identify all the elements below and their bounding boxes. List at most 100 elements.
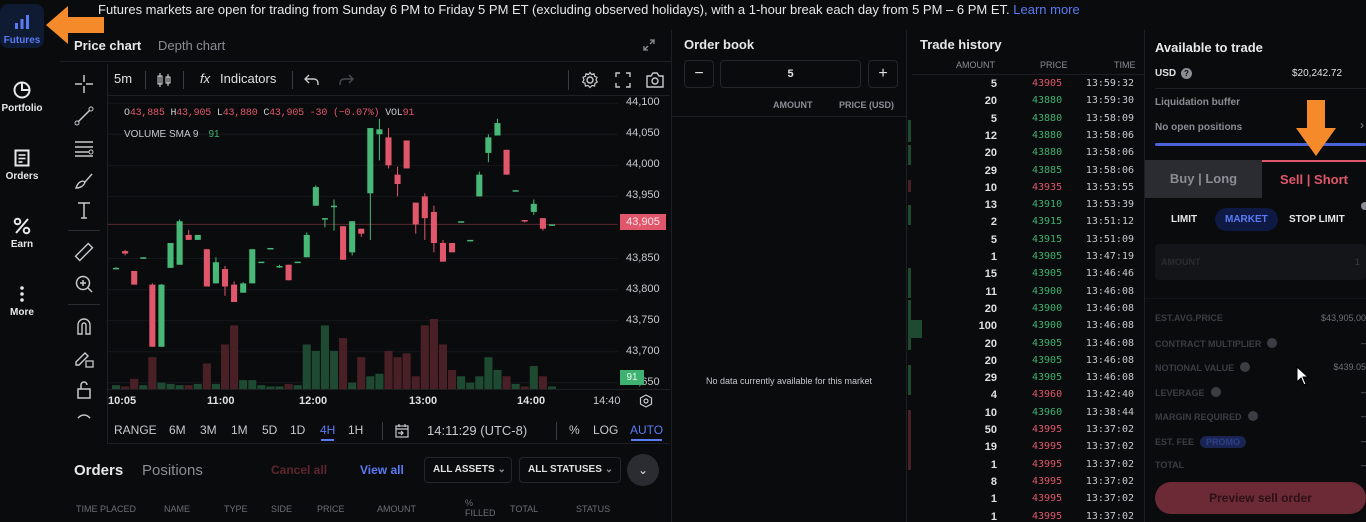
y-tick-label: 44,100 [626, 96, 660, 109]
fullscreen-icon[interactable] [615, 72, 631, 88]
order-type-stop-limit[interactable]: STOP LIMIT [1289, 214, 1345, 225]
brush-icon[interactable] [72, 168, 96, 192]
tab-price-chart[interactable]: Price chart [74, 38, 141, 53]
trade-time: 13:58:06 [1085, 164, 1134, 176]
range-1d[interactable]: 1D [290, 423, 305, 437]
nav-item-portfolio[interactable]: Portfolio [0, 80, 44, 114]
camera-icon[interactable] [645, 71, 665, 89]
status-filter-dropdown[interactable]: ALL STATUSES ⌄ [519, 457, 621, 483]
undo-icon[interactable] [304, 73, 320, 87]
info-icon[interactable] [1247, 411, 1258, 421]
hide-icon[interactable] [72, 408, 96, 432]
x-axis-line [108, 389, 670, 390]
y-tick-label: 43,850 [626, 251, 660, 264]
nav-item-earn[interactable]: Earn [0, 216, 44, 250]
volume-bar [248, 380, 257, 389]
trade-price: 43995 [1032, 493, 1063, 505]
order-type-limit[interactable]: LIMIT [1171, 214, 1197, 225]
depth-bar [908, 120, 911, 142]
magnet-icon[interactable] [72, 314, 96, 338]
toolbar-divider [68, 304, 100, 305]
range-4h[interactable]: 4H [320, 423, 335, 441]
nav-item-futures[interactable]: Futures [0, 4, 44, 48]
redo-icon[interactable] [338, 73, 354, 87]
candle [140, 257, 147, 259]
text-icon[interactable] [72, 198, 96, 222]
trade-row: 10 43935 13:53:55 [912, 182, 1142, 199]
info-icon[interactable] [1240, 362, 1251, 372]
amount-input[interactable]: AMOUNT 1 [1155, 244, 1366, 280]
ob-col-amount: AMOUNT [773, 100, 813, 110]
percent-scale-toggle[interactable]: % [569, 423, 580, 437]
interval-selector[interactable]: 5m [114, 71, 132, 86]
trend-line-icon[interactable] [72, 104, 96, 128]
info-icon[interactable] [1210, 386, 1221, 397]
candle-body [367, 128, 374, 194]
trade-time: 13:46:08 [1085, 302, 1134, 314]
trade-time: 13:59:32 [1085, 78, 1134, 89]
candle-body [285, 264, 292, 281]
trade-time: 13:37:02 [1085, 475, 1134, 487]
tab-orders[interactable]: Orders [74, 462, 123, 479]
log-scale-toggle[interactable]: LOG [593, 423, 618, 437]
order-type-market[interactable]: MARKET [1215, 208, 1278, 231]
indicators-button[interactable]: Indicators [220, 71, 276, 86]
tab-depth-chart[interactable]: Depth chart [158, 38, 225, 53]
candle-type-icon[interactable] [156, 72, 172, 88]
order-book-empty-message: No data currently available for this mar… [705, 376, 873, 386]
trade-price: 43880 [1032, 129, 1063, 141]
candle-body [203, 249, 210, 287]
range-1m[interactable]: 1M [231, 423, 248, 437]
candle-body [185, 234, 192, 240]
settings-gear-icon[interactable] [581, 71, 599, 89]
help-icon[interactable]: ? [1181, 68, 1192, 79]
col-filled: % FILLED [465, 498, 496, 518]
decrement-button[interactable]: − [684, 60, 714, 88]
unlock-icon[interactable] [72, 378, 96, 402]
volume-bar [402, 353, 411, 389]
range-6m[interactable]: 6M [169, 423, 186, 437]
tab-positions[interactable]: Positions [142, 462, 203, 479]
price-chart[interactable] [108, 97, 670, 389]
trade-price: 43915 [1032, 216, 1063, 228]
increment-button[interactable]: + [868, 60, 898, 88]
learn-more-link[interactable]: Learn more [1013, 2, 1079, 17]
depth-bar [908, 205, 911, 225]
fib-lines-icon[interactable] [72, 136, 96, 160]
assets-filter-dropdown[interactable]: ALL ASSETS ⌄ [424, 457, 512, 483]
chevron-right-icon[interactable]: › [1360, 118, 1364, 132]
view-all-button[interactable]: View all [360, 463, 404, 477]
candle [358, 228, 365, 237]
info-icon[interactable] [1267, 337, 1278, 348]
axis-settings-icon[interactable] [639, 394, 653, 408]
auto-scale-toggle[interactable]: AUTO [630, 423, 663, 441]
calendar-goto-icon[interactable] [394, 423, 410, 439]
range-5d[interactable]: 5D [262, 423, 277, 437]
candle-body [249, 249, 256, 284]
lock-drawing-icon[interactable] [72, 346, 96, 370]
range-3m[interactable]: 3M [200, 423, 217, 437]
th-divider [912, 74, 1144, 75]
trade-price: 43905 [1032, 372, 1063, 384]
volume-bar [502, 376, 511, 389]
cancel-all-button[interactable]: Cancel all [271, 463, 327, 477]
zoom-in-icon[interactable] [72, 272, 96, 296]
expand-icon[interactable] [642, 38, 656, 52]
candle-body [240, 283, 247, 293]
candle-body [476, 174, 483, 197]
preview-sell-order-button[interactable]: Preview sell order [1155, 482, 1366, 514]
aggregation-input[interactable]: 5 [720, 60, 861, 88]
nav-item-more[interactable]: More [0, 284, 44, 318]
trade-time: 13:58:06 [1085, 129, 1134, 141]
range-1h[interactable]: 1H [348, 423, 363, 437]
crosshair-icon[interactable] [72, 72, 96, 96]
sell-short-tab[interactable]: Sell | Short [1262, 160, 1366, 198]
candle [394, 166, 401, 197]
nav-item-orders[interactable]: Orders [0, 148, 44, 182]
candle-body [312, 187, 319, 206]
buy-long-tab[interactable]: Buy | Long [1145, 160, 1262, 198]
collapse-orders-button[interactable]: ⌄ [627, 454, 659, 486]
candle [240, 282, 247, 293]
ruler-icon[interactable] [72, 240, 96, 264]
chevron-down-icon: ⌄ [637, 463, 649, 477]
